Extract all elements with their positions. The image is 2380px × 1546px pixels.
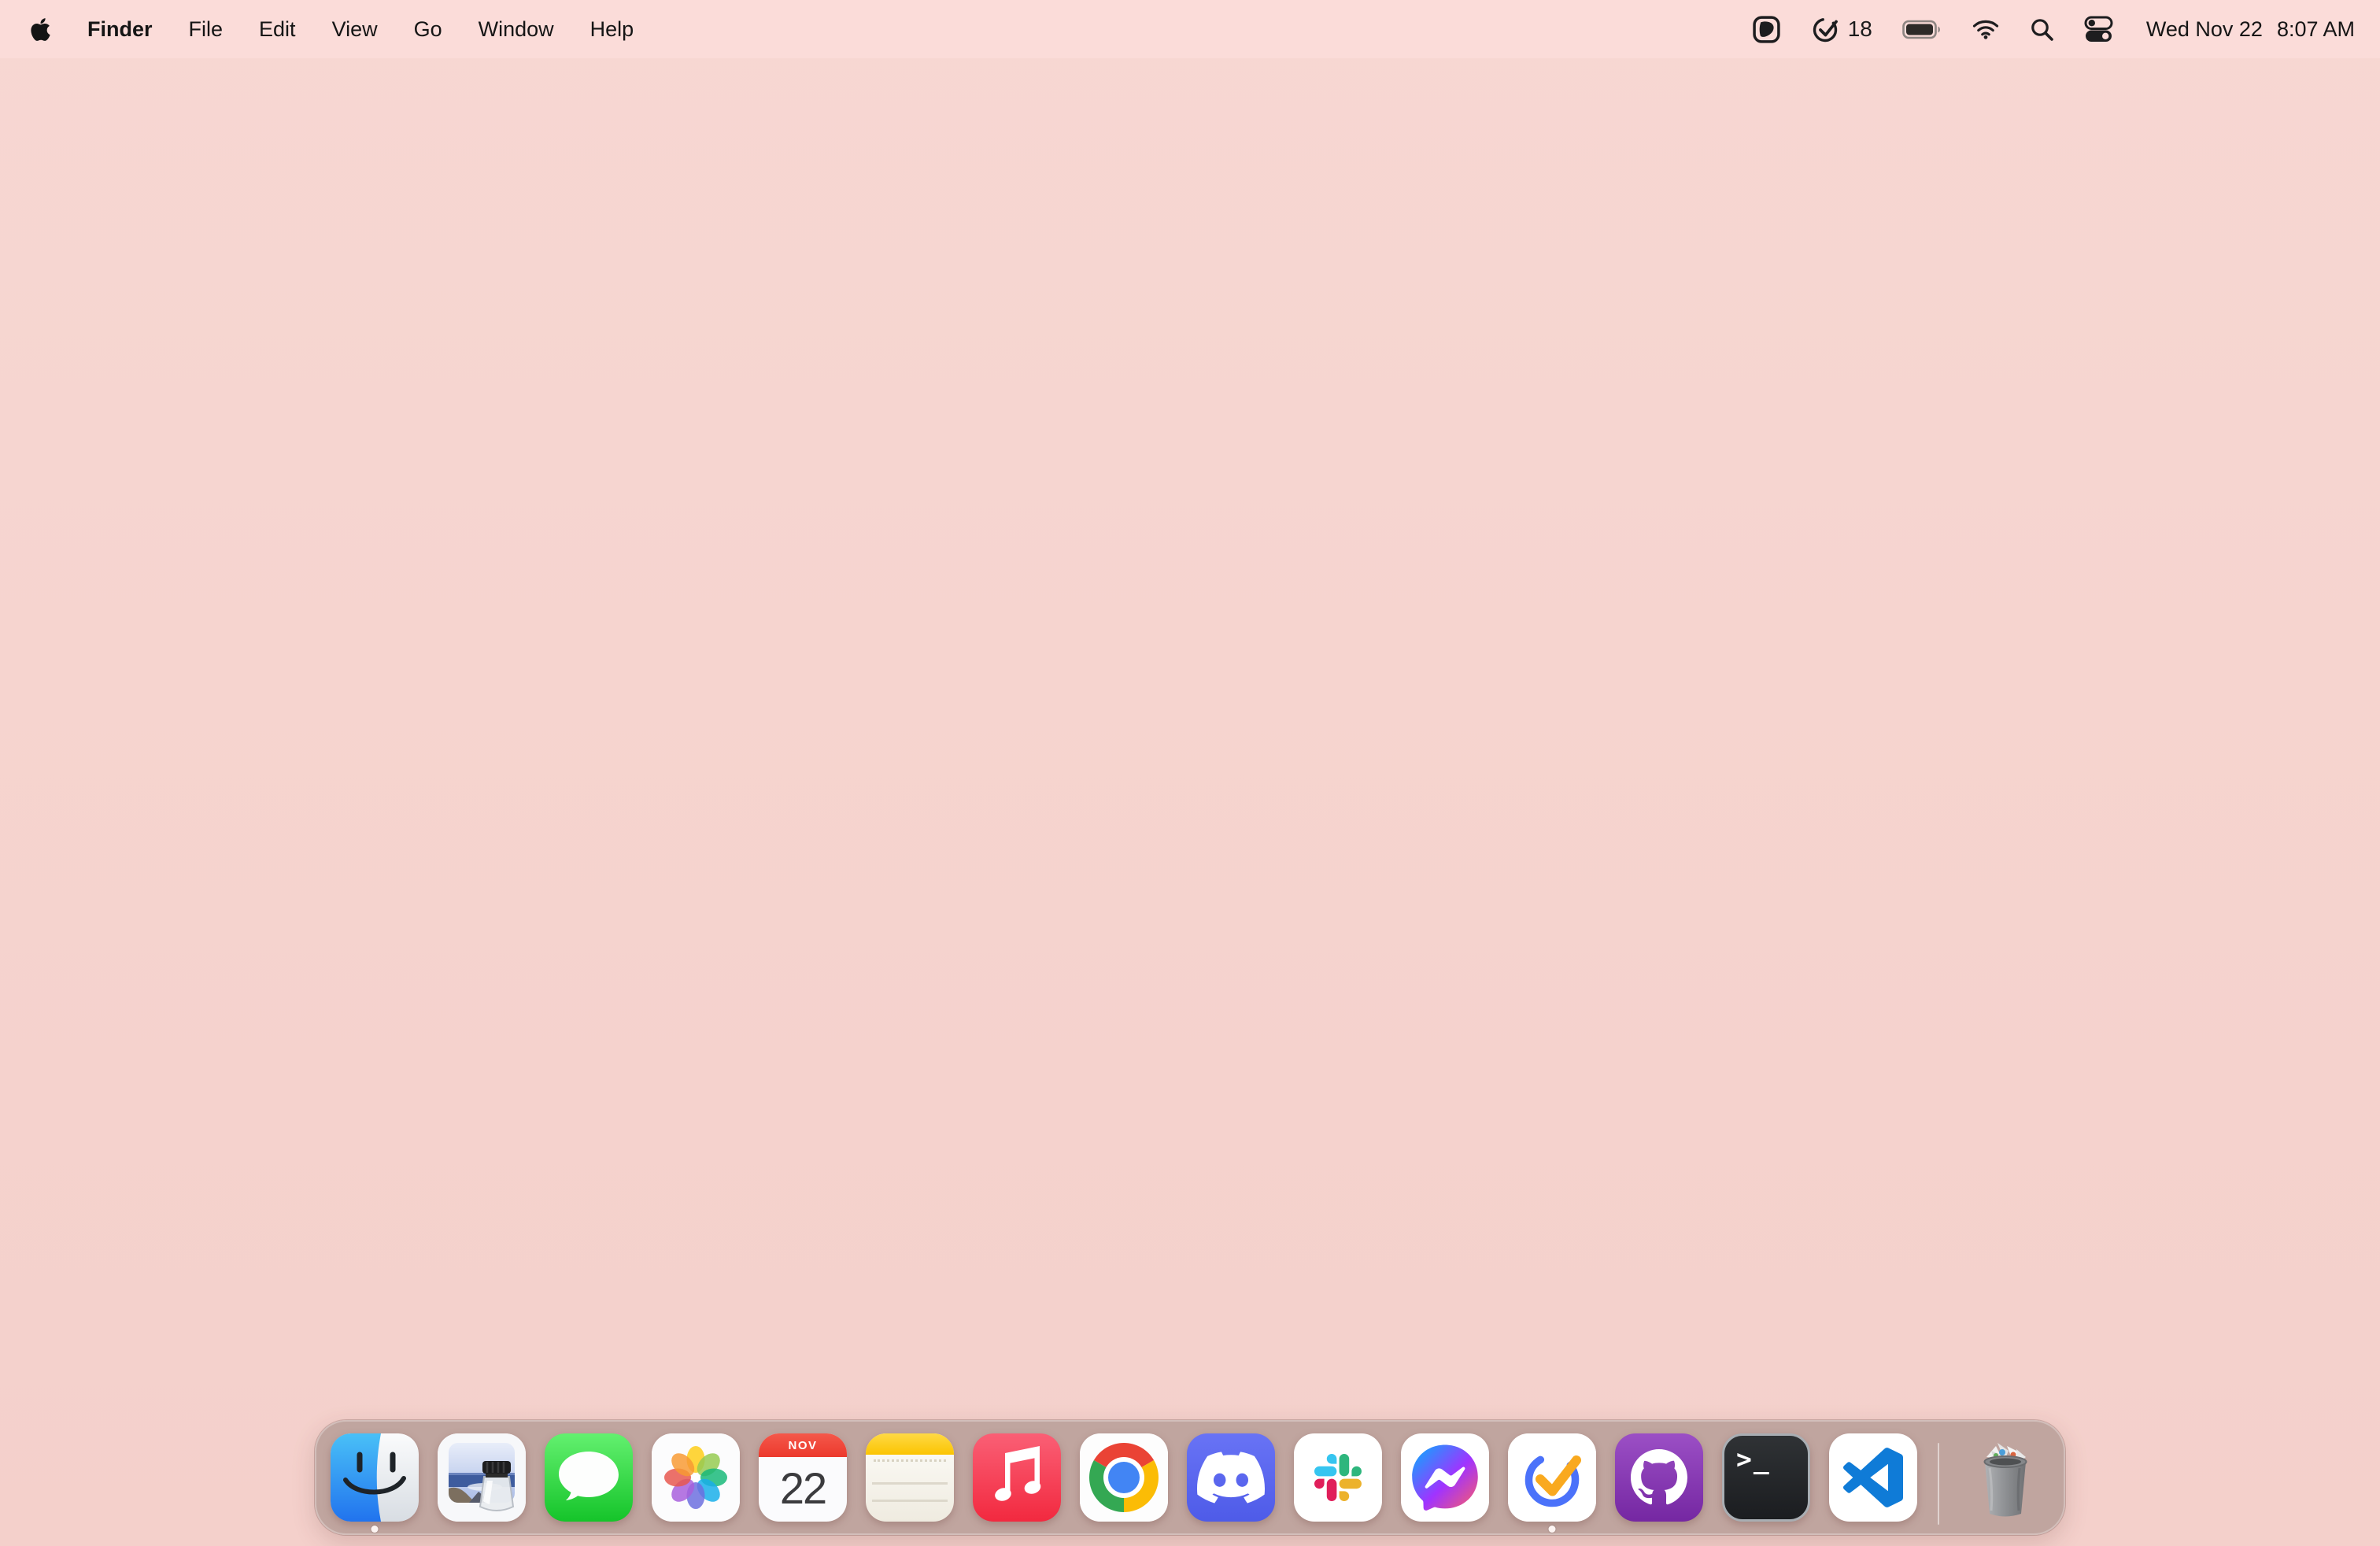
menu-item-file[interactable]: File: [189, 17, 224, 42]
trash-full-icon: [1983, 1443, 2027, 1517]
apple-logo-icon: [31, 17, 50, 41]
dock-item-calendar[interactable]: NOV 22: [759, 1433, 847, 1534]
dock-item-music[interactable]: [973, 1433, 1061, 1534]
dock-item-preview[interactable]: [438, 1433, 526, 1534]
status-tray: 18 Wed Nov 22 8:07 AM: [1752, 14, 2355, 44]
dock-item-terminal[interactable]: >_: [1722, 1433, 1810, 1534]
ticktick-icon: [1508, 1433, 1596, 1522]
menu-item-view[interactable]: View: [332, 17, 378, 42]
messenger-icon: [1401, 1433, 1489, 1522]
dock-item-messages[interactable]: [545, 1433, 633, 1534]
calendar-icon: NOV 22: [759, 1433, 847, 1522]
music-icon: [973, 1433, 1061, 1522]
ticktick-check-icon: [1813, 17, 1838, 43]
dock-item-trash[interactable]: [1961, 1433, 2049, 1534]
github-octocat-icon: [1615, 1433, 1703, 1522]
menu-item-go[interactable]: Go: [414, 17, 442, 42]
calendar-day: 22: [779, 1463, 827, 1513]
running-indicator: [1548, 1526, 1556, 1533]
dock-item-chrome[interactable]: [1080, 1433, 1168, 1534]
terminal-prompt-glyph: >_: [1736, 1444, 1771, 1474]
dock-item-notes[interactable]: [866, 1433, 954, 1534]
notes-icon: [866, 1433, 954, 1522]
photos-icon: [652, 1433, 740, 1522]
dock-item-slack[interactable]: [1294, 1433, 1382, 1534]
macos-desktop[interactable]: { "colors": { "wallpaper": "#F5D3CE", "m…: [0, 0, 2380, 1546]
wifi-icon[interactable]: [1972, 18, 2000, 40]
dock-item-photos[interactable]: [652, 1433, 740, 1534]
dock-item-messenger[interactable]: [1401, 1433, 1489, 1534]
battery-icon[interactable]: [1902, 19, 1942, 40]
vscode-icon: [1829, 1433, 1917, 1522]
chrome-icon: [1080, 1433, 1168, 1522]
loupe: [479, 1461, 515, 1511]
dock-item-discord[interactable]: [1187, 1433, 1275, 1534]
paste-pick-icon[interactable]: [1752, 15, 1781, 44]
dock-item-finder[interactable]: [331, 1433, 419, 1534]
dock-item-github-desktop[interactable]: [1615, 1433, 1703, 1534]
menu-item-edit[interactable]: Edit: [259, 17, 296, 42]
finder-icon: [331, 1433, 419, 1522]
apple-menu[interactable]: [30, 17, 51, 43]
menu-item-window[interactable]: Window: [479, 17, 554, 42]
discord-icon: [1187, 1433, 1275, 1522]
dock-separator: [1938, 1442, 1939, 1525]
ticktick-task-count: 18: [1847, 17, 1872, 41]
menubar-time: 8:07 AM: [2276, 17, 2355, 41]
dock-item-ticktick[interactable]: [1508, 1433, 1596, 1534]
menubar-clock[interactable]: Wed Nov 22 8:07 AM: [2146, 17, 2355, 42]
menubar-date: Wed Nov 22: [2145, 17, 2263, 41]
app-menus: Finder File Edit View Go Window Help: [30, 17, 634, 43]
control-center-icon[interactable]: [2084, 16, 2113, 43]
ticktick-status[interactable]: 18: [1811, 14, 1872, 44]
preview-icon: [438, 1433, 526, 1522]
menu-bar: Finder File Edit View Go Window Help 18 …: [0, 0, 2380, 58]
messages-icon: [545, 1433, 633, 1522]
dock: NOV 22 >_: [315, 1420, 2065, 1535]
slack-icon: [1294, 1433, 1382, 1522]
spotlight-search-icon[interactable]: [2030, 17, 2054, 42]
menu-item-help[interactable]: Help: [590, 17, 634, 42]
terminal-icon: >_: [1722, 1433, 1810, 1522]
menu-item-finder[interactable]: Finder: [87, 17, 153, 42]
running-indicator: [371, 1526, 379, 1533]
dock-item-vscode[interactable]: [1829, 1433, 1917, 1534]
